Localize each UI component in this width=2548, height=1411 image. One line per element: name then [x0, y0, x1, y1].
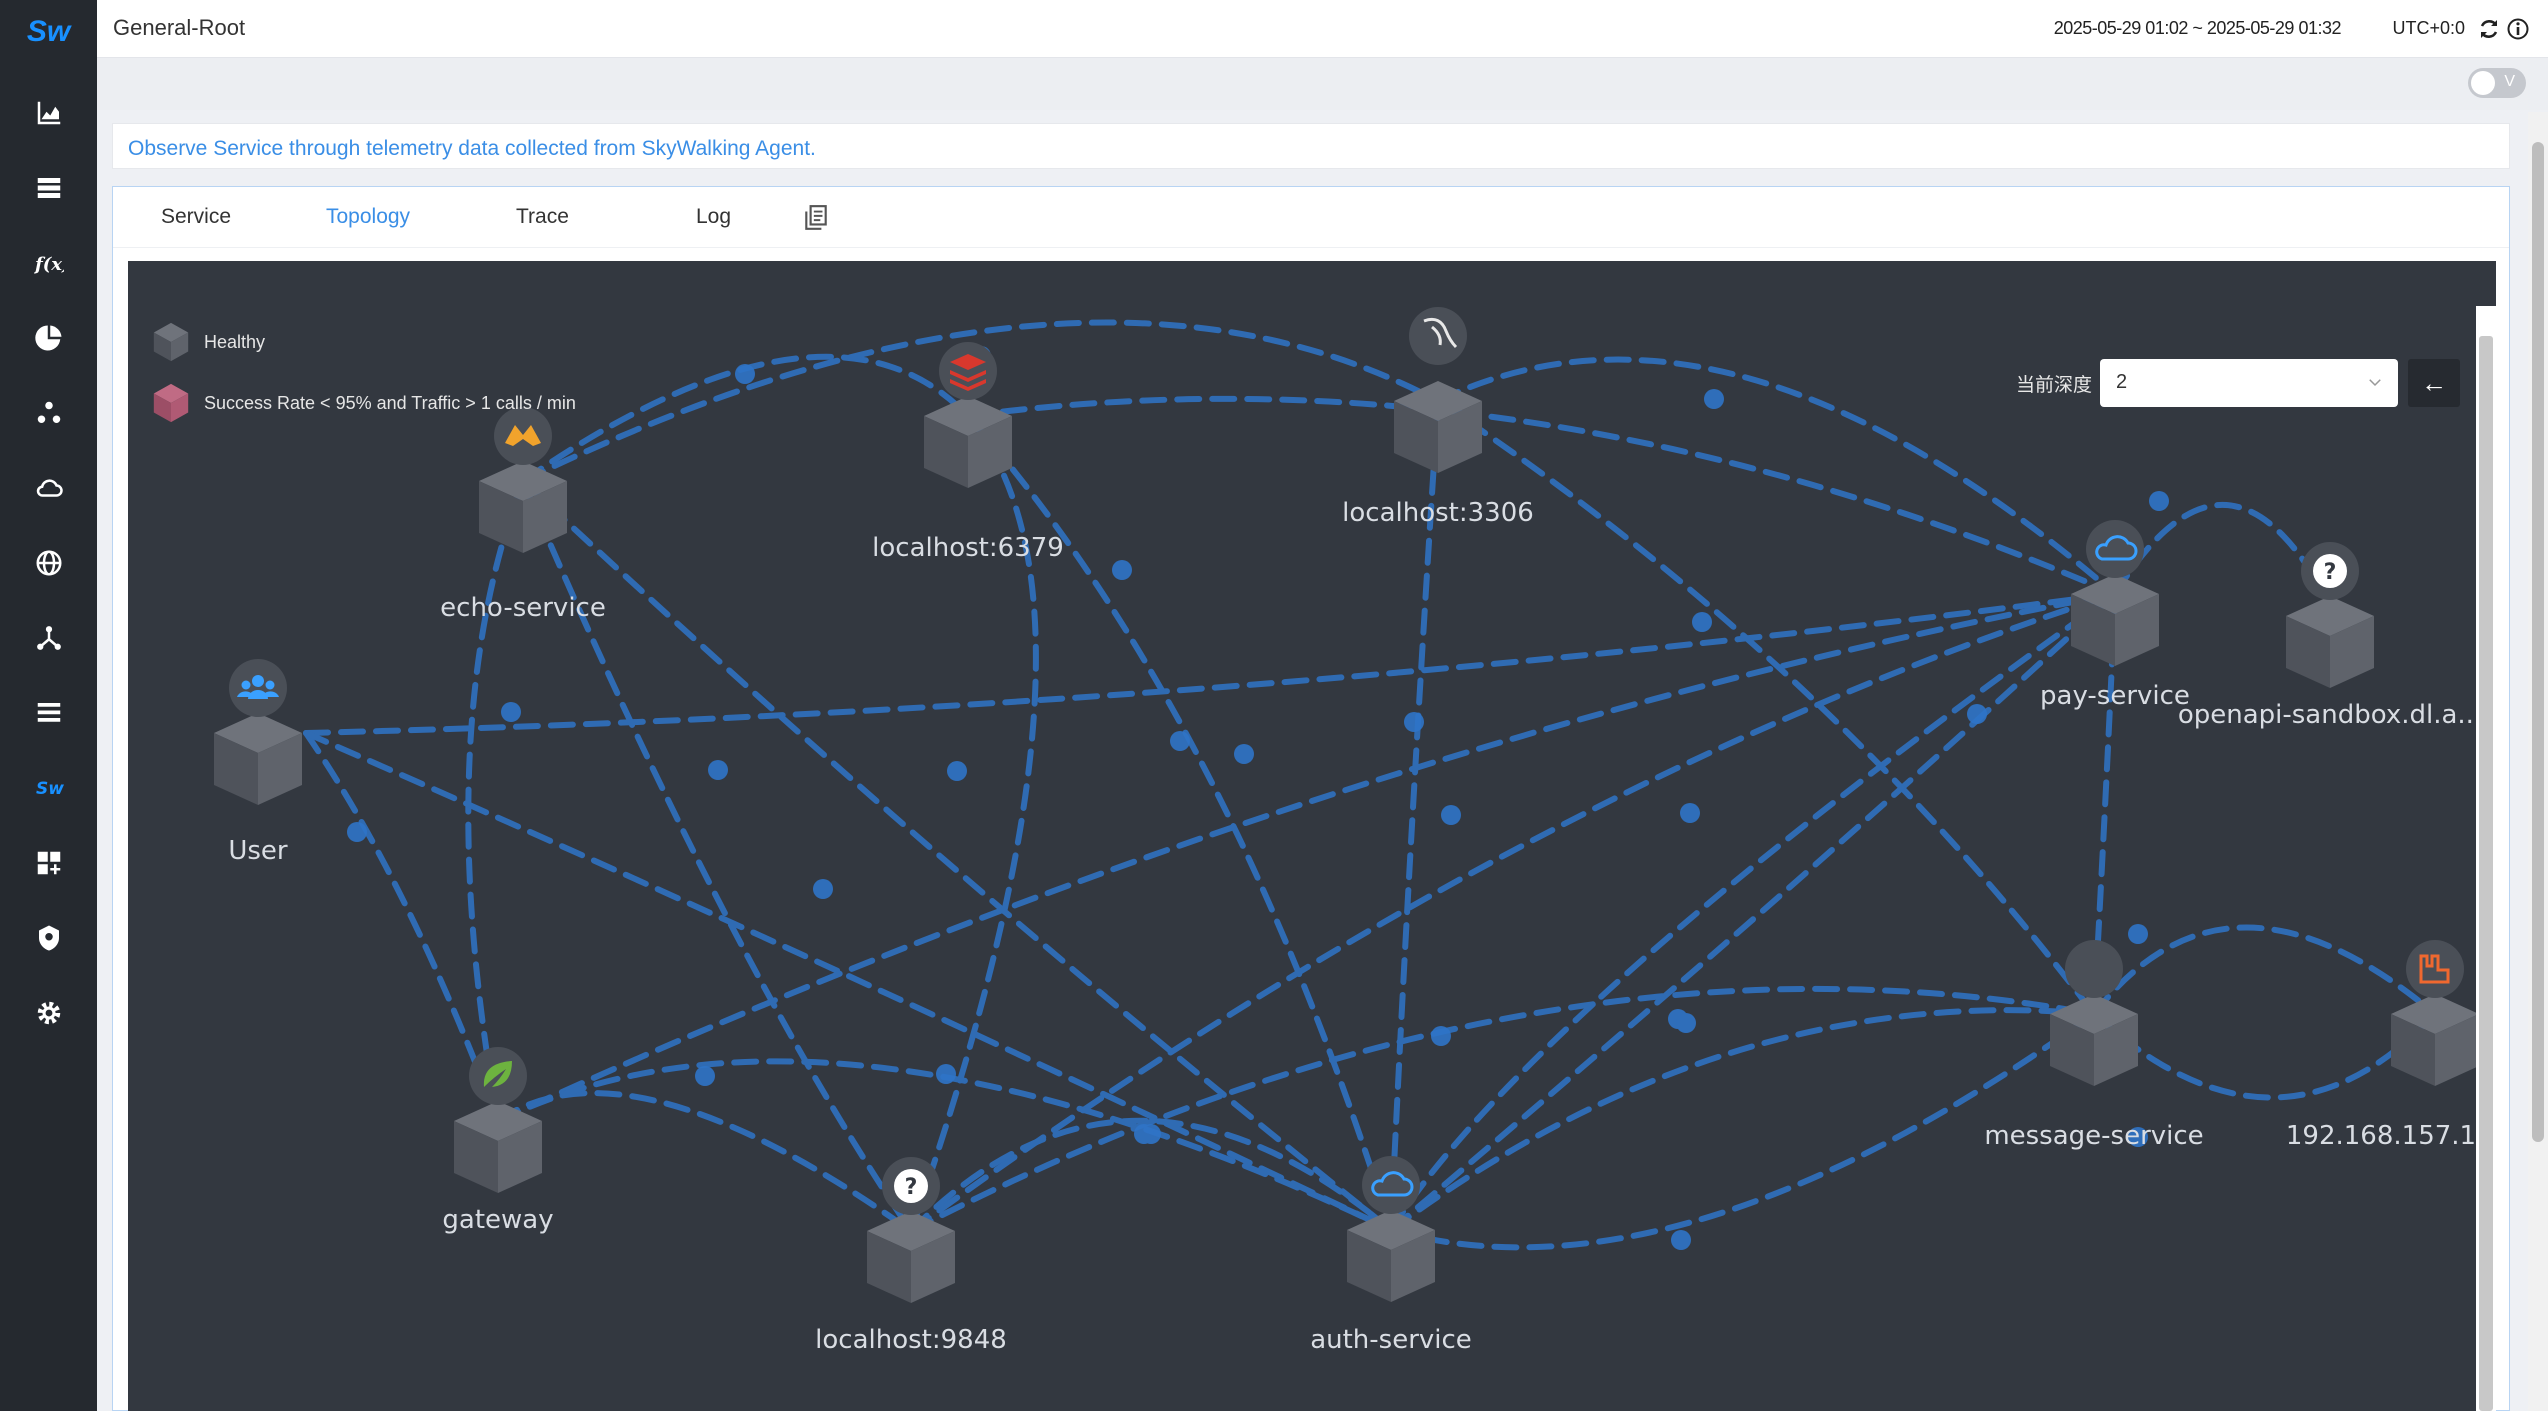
view-toggle[interactable]: V [2468, 68, 2526, 98]
node-label: pay-service [2040, 681, 2190, 711]
mesh-icon[interactable] [0, 600, 97, 675]
node-label: gateway [442, 1205, 553, 1235]
node-openapi[interactable]: ? [2286, 542, 2374, 688]
globe-icon[interactable] [0, 525, 97, 600]
node-label: message-service [1984, 1121, 2203, 1151]
node-label: openapi-sandbox.dl.a... [2178, 700, 2482, 730]
toggle-label: V [2504, 73, 2515, 90]
edge[interactable] [1435, 398, 2097, 1017]
depth-label: 当前深度 [2015, 374, 2092, 396]
legend-unhealthy: Success Rate < 95% and Traffic > 1 calls… [150, 382, 576, 424]
sidebar: Sw f(x) Sw [0, 0, 97, 1411]
sidebar-nav: f(x) Sw [0, 75, 97, 1050]
unhealthy-cube-icon [153, 383, 189, 423]
description-banner: Observe Service through telemetry data c… [112, 123, 2510, 169]
node-label: localhost:3306 [1342, 498, 1534, 528]
info-icon[interactable] [2506, 17, 2530, 41]
dashboard-add-icon[interactable] [0, 825, 97, 900]
question-icon: ? [894, 1169, 928, 1203]
skywalking-logo[interactable]: Sw [0, 10, 97, 54]
legend-healthy: Healthy [150, 321, 265, 363]
copy-icon[interactable] [803, 204, 829, 232]
edge[interactable] [465, 478, 526, 1124]
edge[interactable] [2091, 1011, 2438, 1101]
depth-control: 当前深度 2 [2016, 359, 2398, 407]
topology-scrollbar[interactable] [2476, 306, 2496, 1411]
legend-label: Success Rate < 95% and Traffic > 1 calls… [204, 392, 576, 413]
question-icon: ? [2313, 554, 2347, 588]
list-icon[interactable] [0, 675, 97, 750]
svg-text:?: ? [2324, 560, 2337, 585]
tab-bar: Service Topology Trace Log [113, 187, 2509, 248]
topology-graph[interactable]: echo-service localhost:6379 localhost:33… [128, 261, 2496, 1411]
page-title: General-Root [113, 15, 246, 40]
cluster-icon[interactable] [0, 375, 97, 450]
toggle-knob [2471, 71, 2495, 95]
depth-value: 2 [2116, 371, 2128, 393]
node-echo-service[interactable] [479, 407, 567, 553]
edge[interactable] [495, 591, 2118, 1124]
node-gateway[interactable] [454, 1047, 542, 1193]
pie-chart-icon[interactable] [0, 300, 97, 375]
node-label: User [228, 836, 288, 866]
node-label: echo-service [440, 593, 606, 623]
timezone-label: UTC+0:0 [2392, 18, 2465, 38]
healthy-cube-icon [153, 322, 189, 362]
node-message-service[interactable] [2050, 940, 2138, 1086]
scrollbar-thumb[interactable] [2532, 142, 2544, 1142]
node-pay-service[interactable] [2071, 520, 2159, 666]
tab-trace[interactable]: Trace [516, 205, 569, 229]
edge[interactable] [965, 395, 2118, 597]
database-icon[interactable] [0, 150, 97, 225]
legend-label: Healthy [204, 331, 266, 352]
node-rabbitmq[interactable] [2391, 940, 2479, 1086]
tab-service[interactable]: Service [161, 205, 231, 229]
back-button[interactable]: ← [2408, 359, 2460, 407]
node-user[interactable] [214, 659, 302, 805]
tab-log[interactable]: Log [696, 205, 731, 229]
node-redis[interactable] [924, 342, 1012, 488]
function-icon[interactable]: f(x) [0, 225, 97, 300]
top-bar: General-Root 2025-05-29 01:02 ~ 2025-05-… [97, 0, 2548, 58]
time-range[interactable]: 2025-05-29 01:02 ~ 2025-05-29 01:32 [2054, 18, 2342, 39]
chevron-down-icon [2369, 379, 2381, 387]
node-label: auth-service [1310, 1325, 1472, 1355]
edge-call-markers [347, 346, 2169, 1250]
node-auth-service[interactable] [1347, 1156, 1435, 1302]
edge[interactable] [520, 478, 1394, 1233]
refresh-icon[interactable] [2477, 17, 2501, 41]
svg-text:Sw: Sw [36, 779, 64, 799]
tab-topology[interactable]: Topology [326, 205, 410, 229]
cloud-icon[interactable] [0, 450, 97, 525]
overview-icon[interactable] [0, 75, 97, 150]
edge[interactable] [908, 591, 2118, 1234]
page-scrollbar[interactable] [2528, 112, 2548, 1411]
node-mysql[interactable] [1394, 307, 1482, 473]
svg-text:f(x): f(x) [34, 254, 64, 275]
settings-icon[interactable] [0, 975, 97, 1050]
skywalking-icon[interactable]: Sw [0, 750, 97, 825]
shield-icon[interactable] [0, 900, 97, 975]
node-label: localhost:9848 [815, 1325, 1007, 1355]
topology-edges [303, 319, 2438, 1251]
scrollbar-thumb[interactable] [2479, 336, 2493, 1411]
topology-canvas[interactable]: echo-service localhost:6379 localhost:33… [128, 261, 2496, 1411]
depth-select[interactable]: 2 [2100, 359, 2398, 407]
node-label: localhost:6379 [872, 533, 1064, 563]
svg-text:?: ? [905, 1175, 918, 1200]
toolbar: V [97, 58, 2548, 110]
node-label: 192.168.157.128:5672 [2286, 1121, 2496, 1151]
edge[interactable] [495, 1090, 914, 1234]
